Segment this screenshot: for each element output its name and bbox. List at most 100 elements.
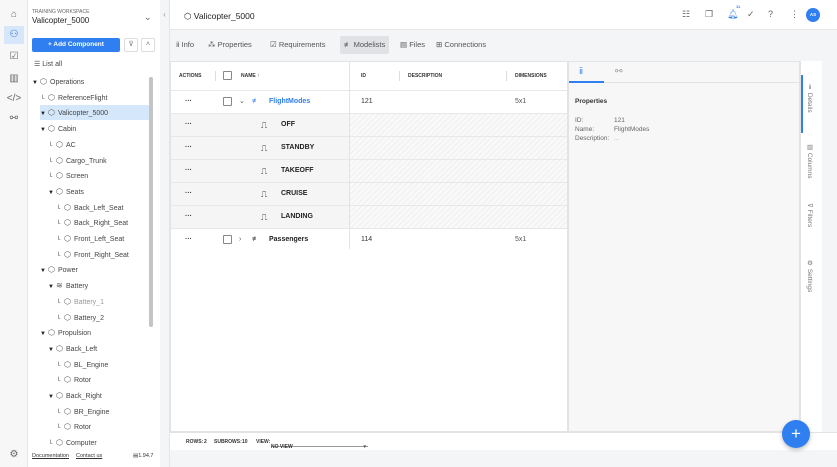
table-subrow[interactable]: ··· ⎍ CRUISE xyxy=(171,182,567,205)
list-all-button[interactable]: ☰ List all xyxy=(34,60,62,68)
components-icon[interactable]: ⚇ xyxy=(4,26,24,44)
expand-arrow-icon[interactable]: ▼ xyxy=(48,280,56,295)
checklist-icon[interactable]: ☷ xyxy=(682,9,690,20)
side-tab-filters[interactable]: ⊽ Filters xyxy=(805,203,813,227)
row-name[interactable]: FlightModes xyxy=(269,91,310,113)
table-subrow[interactable]: ··· ⎍ LANDING xyxy=(171,205,567,228)
tree-node[interactable]: └ ⬡ Screen xyxy=(48,168,88,183)
chevron-down-icon[interactable]: ⌄ xyxy=(239,91,245,113)
cube-icon: ⬡ xyxy=(40,77,47,86)
expand-arrow-icon[interactable]: ▼ xyxy=(32,76,40,91)
tree-node[interactable]: ▼ ⬡ Propulsion xyxy=(40,325,91,340)
add-component-button[interactable]: + Add Component xyxy=(32,38,120,52)
tree-node[interactable]: └ ⬡ Front_Left_Seat xyxy=(56,231,124,246)
row-actions-button[interactable]: ··· xyxy=(185,91,192,113)
analytics-icon[interactable]: ▥ xyxy=(4,70,24,88)
col-id[interactable]: ID xyxy=(361,62,366,90)
row-checkbox[interactable] xyxy=(223,235,232,244)
expand-arrow-icon[interactable]: ▼ xyxy=(40,123,48,138)
table-subrow[interactable]: ··· ⎍ STANDBY xyxy=(171,136,567,159)
row-name[interactable]: Passengers xyxy=(269,229,308,251)
tree-node[interactable]: └ ⬡ Front_Right_Seat xyxy=(56,247,129,262)
add-fab-button[interactable]: + xyxy=(782,420,810,448)
table-row[interactable]: ··· ⌄ ≢ FlightModes 121 5x1 xyxy=(171,90,567,113)
filter-icon[interactable]: ⊽ xyxy=(124,38,138,52)
workspace-name[interactable]: Valicopter_5000 xyxy=(32,16,89,25)
expand-arrow-icon[interactable]: ▼ xyxy=(48,186,56,201)
tree-node[interactable]: ▼ ⬡ Seats xyxy=(48,184,84,199)
requirements-icon[interactable]: ☑ xyxy=(4,48,24,66)
avatar[interactable]: AS xyxy=(806,8,820,22)
row-id: 114 xyxy=(361,236,373,243)
view-label: VIEW: xyxy=(256,439,271,445)
col-dimensions[interactable]: DIMENSIONS xyxy=(515,62,547,90)
bell-icon[interactable]: 🔔︎ xyxy=(727,9,738,20)
expand-arrow-icon[interactable]: ▼ xyxy=(48,390,56,405)
tree-node[interactable]: └ ⬡ Back_Left_Seat xyxy=(56,200,123,215)
col-name[interactable]: NAME ↑ xyxy=(241,62,260,90)
tree-node[interactable]: ▼ ⬡ Power xyxy=(40,262,78,277)
table-row[interactable]: ··· › ≢ Passengers 114 5x1 xyxy=(171,228,567,251)
tree-node[interactable]: └ ⬡ Cargo_Trunk xyxy=(48,153,107,168)
tree-node[interactable]: └ ⬡ Battery_1 xyxy=(56,294,104,309)
link-icon[interactable]: ⚯ xyxy=(4,110,24,128)
info-tab-icon[interactable]: ⅱ xyxy=(579,66,583,77)
tree-node[interactable]: ▼ ⬡ Operations xyxy=(32,74,84,89)
scrollbar[interactable] xyxy=(149,77,153,327)
tree-node[interactable]: └ ⬡ Back_Right_Seat xyxy=(56,215,128,230)
tree-node[interactable]: └ ⬡ Rotor xyxy=(56,372,91,387)
row-actions-button[interactable]: ··· xyxy=(185,160,192,182)
row-actions-button[interactable]: ··· xyxy=(185,229,192,251)
check-circle-icon[interactable]: ✓ xyxy=(747,9,755,20)
documentation-link[interactable]: Documentation xyxy=(32,453,69,459)
row-actions-button[interactable]: ··· xyxy=(185,206,192,228)
tree-node[interactable]: ▼ ⬡ Back_Right xyxy=(48,388,102,403)
tree-node[interactable]: └ ⬡ ReferenceFlight xyxy=(40,90,107,105)
tree-node-label: Cabin xyxy=(58,126,77,134)
row-actions-button[interactable]: ··· xyxy=(185,183,192,205)
tree-node[interactable]: ▼ ⬡ Cabin xyxy=(40,121,76,136)
link-tab-icon[interactable]: ⚯ xyxy=(615,66,623,77)
tab-properties[interactable]: ⁂ Properties xyxy=(204,36,256,54)
chevron-right-icon[interactable]: › xyxy=(239,229,241,251)
tree-node[interactable]: └ ⬡ BR_Engine xyxy=(56,404,109,419)
tree-node[interactable]: └ ⬡ BL_Engine xyxy=(56,357,108,372)
collapse-sidebar-button[interactable]: ‹ xyxy=(160,0,170,467)
collapse-all-icon[interactable]: ˄ xyxy=(141,38,155,52)
chevron-down-icon[interactable]: ⌄ xyxy=(144,12,152,23)
tree-node[interactable]: ▼ ⬡ Back_Left xyxy=(48,341,97,356)
tab-connections[interactable]: ⊞ Connections xyxy=(432,36,490,54)
side-tab-details[interactable]: ⅱ Details xyxy=(805,83,813,113)
table-subrow[interactable]: ··· ⎍ OFF xyxy=(171,113,567,136)
side-tab-columns[interactable]: ▥ Columns xyxy=(805,143,813,178)
chat-icon[interactable]: ❐ xyxy=(705,9,713,20)
home-icon[interactable]: ⌂ xyxy=(4,6,24,24)
side-tab-settings[interactable]: ⚙ Settings xyxy=(805,259,813,292)
row-checkbox[interactable] xyxy=(223,97,232,106)
tree-node[interactable]: └ ⬡ Rotor xyxy=(56,419,91,434)
tab-info[interactable]: ⅱ Info xyxy=(172,36,198,54)
help-icon[interactable]: ? xyxy=(768,9,773,19)
row-actions-button[interactable]: ··· xyxy=(185,137,192,159)
tab-requirements[interactable]: ☑ Requirements xyxy=(266,36,330,54)
row-actions-button[interactable]: ··· xyxy=(185,114,192,136)
select-all-checkbox[interactable] xyxy=(223,71,232,80)
tree-node[interactable]: ▼ ⬡ Valicopter_5000 xyxy=(40,105,150,121)
expand-arrow-icon[interactable]: ▼ xyxy=(40,327,48,342)
code-icon[interactable]: </> xyxy=(4,90,24,108)
contact-link[interactable]: Contact us xyxy=(76,453,102,459)
modelist-icon: ≢ xyxy=(252,236,259,243)
cube-icon: ⬡ xyxy=(64,375,71,385)
more-icon[interactable]: ⋮ xyxy=(790,9,799,20)
tree-node[interactable]: └ ⬡ Battery_2 xyxy=(56,310,104,325)
table-subrow[interactable]: ··· ⎍ TAKEOFF xyxy=(171,159,567,182)
tree-node[interactable]: └ ⬡ Computer xyxy=(48,435,97,450)
tab-modelists[interactable]: ≢ Modelists xyxy=(340,36,390,54)
col-description[interactable]: DESCRIPTION xyxy=(408,62,442,90)
tab-files[interactable]: ▤ Files xyxy=(396,36,429,54)
expand-arrow-icon[interactable]: ▼ xyxy=(40,264,48,279)
view-select[interactable]: NO VIEW ▾ xyxy=(271,436,368,450)
tree-node[interactable]: ▼ ≋ Battery xyxy=(48,278,88,293)
expand-arrow-icon[interactable]: ▼ xyxy=(48,343,56,358)
tree-node[interactable]: └ ⬡ AC xyxy=(48,137,76,152)
